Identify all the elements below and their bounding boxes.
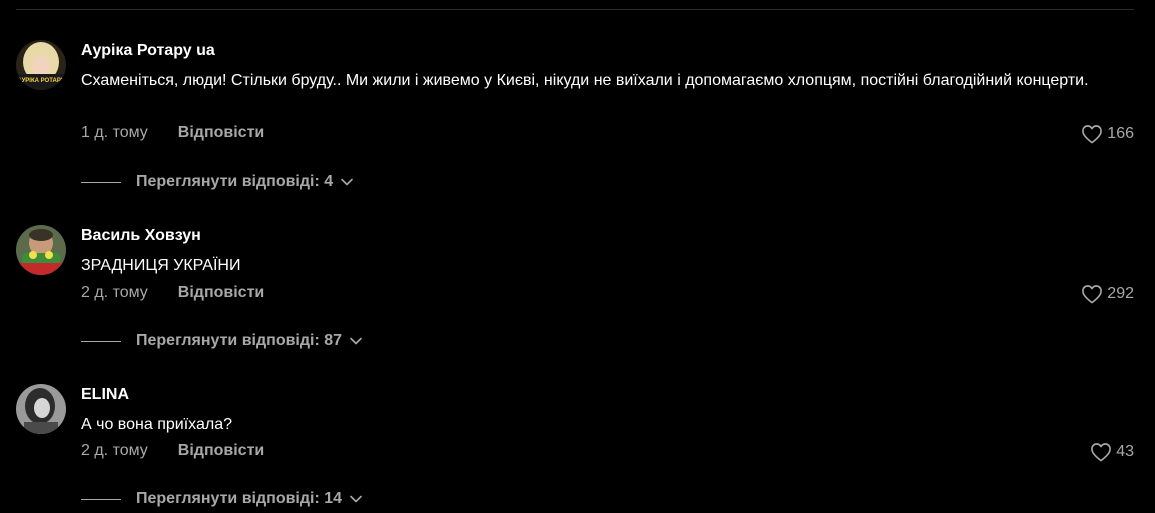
view-replies-button[interactable]: Переглянути відповіді: 4 [81,173,353,191]
username[interactable]: ELINA [81,386,129,404]
view-replies-label[interactable]: Переглянути відповіді: 4 [136,173,333,191]
comment-time: 1 д. тому [81,124,148,141]
chevron-down-icon[interactable] [350,495,362,503]
chevron-down-icon[interactable] [341,178,353,186]
avatar[interactable] [16,384,66,434]
view-replies-label[interactable]: Переглянути відповіді: 14 [136,490,342,508]
heart-icon[interactable] [1081,284,1103,304]
replies-divider [81,340,121,342]
heart-icon[interactable] [1081,124,1103,144]
comment-time: 2 д. тому [81,442,148,459]
avatar-caption: АУРІКА РОТАРУ [17,78,64,84]
comment-time: 2 д. тому [81,284,148,301]
like-button[interactable]: 43 [1090,442,1134,462]
comment-text: ЗРАДНИЦЯ УКРАЇНИ [81,257,241,274]
like-button[interactable]: 166 [1081,124,1134,144]
replies-divider [81,181,121,183]
username[interactable]: Аурiка Ротару ua [81,42,215,60]
comment-meta: 2 д. тому Відповісти [81,284,264,302]
comment-meta: 2 д. тому Відповісти [81,442,264,460]
username[interactable]: Василь Ховзун [81,227,201,245]
comment-text: Схаменіться, люди! Стільки бруду.. Ми жи… [81,72,1089,89]
heart-icon[interactable] [1090,442,1112,462]
top-divider [16,9,1134,10]
reply-button[interactable]: Відповісти [178,284,264,301]
comment-text: А чо вона приїхала? [81,416,232,433]
chevron-down-icon[interactable] [350,337,362,345]
like-button[interactable]: 292 [1081,284,1134,304]
reply-button[interactable]: Відповісти [178,124,264,141]
comment-meta: 1 д. тому Відповісти [81,124,264,142]
replies-divider [81,498,121,500]
avatar[interactable]: АУРІКА РОТАРУ [16,40,66,90]
like-count: 166 [1107,125,1134,142]
view-replies-label[interactable]: Переглянути відповіді: 87 [136,332,342,350]
like-count: 292 [1107,285,1134,302]
avatar[interactable] [16,225,66,275]
view-replies-button[interactable]: Переглянути відповіді: 87 [81,332,362,350]
like-count: 43 [1116,443,1134,460]
view-replies-button[interactable]: Переглянути відповіді: 14 [81,490,362,508]
reply-button[interactable]: Відповісти [178,442,264,459]
